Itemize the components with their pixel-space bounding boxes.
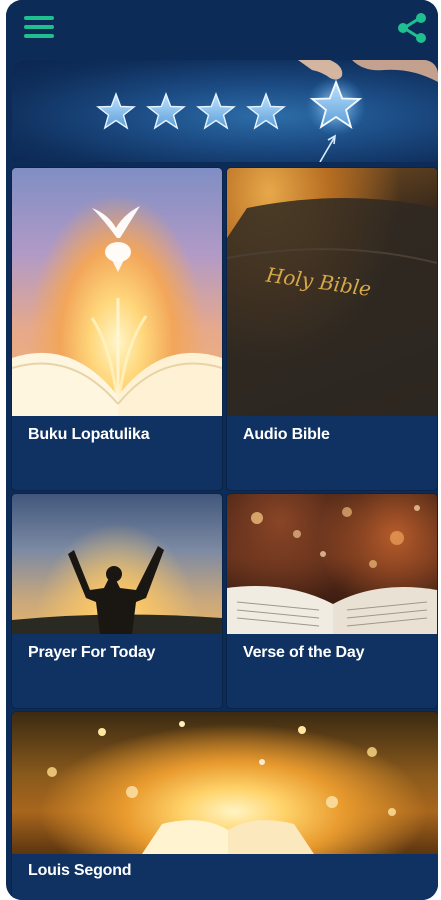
app-screen: Buku Lopatulika Holy Bible Audio Bible P… [6,0,438,900]
card-buku-lopatulika[interactable]: Buku Lopatulika [12,168,222,490]
dove-bible-image [12,168,222,416]
holy-bible-image: Holy Bible [227,168,437,416]
star-icon [306,76,366,136]
card-label: Prayer For Today [28,644,156,661]
star-icon [146,92,186,130]
star-icon [196,92,236,130]
card-audio-bible[interactable]: Holy Bible Audio Bible [227,168,437,490]
card-louis-segond[interactable]: Louis Segond [12,712,438,900]
card-verse-of-the-day[interactable]: Verse of the Day [227,494,437,708]
rate-app-banner[interactable] [12,60,438,162]
card-label: Verse of the Day [243,644,365,661]
star-icon [246,92,286,130]
star-icon [96,92,136,130]
share-icon[interactable] [394,10,430,46]
hamburger-menu-icon[interactable] [22,12,56,42]
glowing-book-image [12,712,438,854]
card-label: Buku Lopatulika [28,426,150,443]
verse-image [227,494,437,634]
card-label: Audio Bible [243,426,330,443]
prayer-image [12,494,222,634]
card-label: Louis Segond [28,862,132,879]
card-prayer-for-today[interactable]: Prayer For Today [12,494,222,708]
app-toolbar [6,0,438,56]
